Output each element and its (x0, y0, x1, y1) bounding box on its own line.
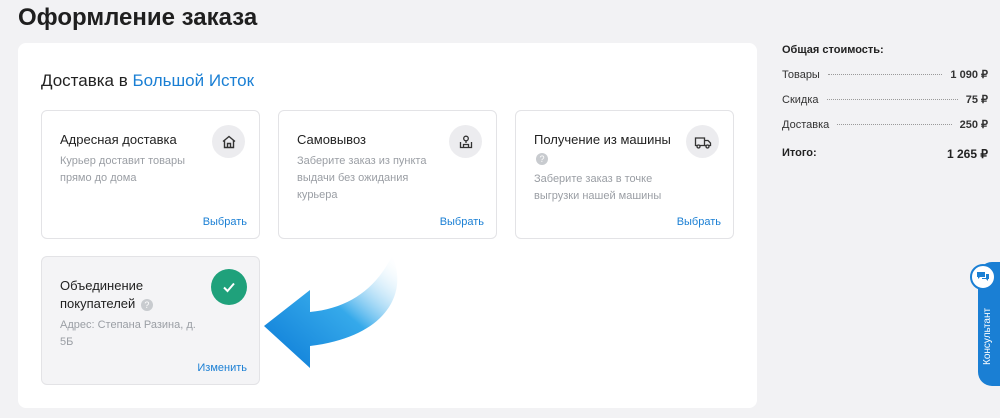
delivery-option-vehicle[interactable]: Получение из машины ? Заберите заказ в т… (515, 110, 734, 239)
option-title: Самовывоз (297, 132, 366, 147)
pointer-arrow-graphic (264, 256, 398, 368)
option-description: Заберите заказ из пункта выдачи без ожид… (297, 155, 427, 201)
option-title: Получение из машины ? (534, 131, 674, 167)
dotted-leader (826, 99, 958, 100)
dotted-leader (827, 74, 943, 75)
summary-value: 250 ₽ (959, 119, 988, 131)
check-icon (211, 269, 247, 305)
truck-icon (686, 125, 719, 158)
help-icon[interactable]: ? (536, 152, 548, 165)
select-vehicle-button[interactable]: Выбрать (677, 216, 721, 228)
consultant-label[interactable]: Консультант (982, 296, 1000, 376)
delivery-option-address[interactable]: Адресная доставка Курьер доставит товары… (41, 110, 260, 239)
summary-row-discount: Скидка 75 ₽ (782, 93, 988, 118)
summary-label: Товары (782, 69, 820, 81)
city-link[interactable]: Большой Исток (133, 71, 255, 90)
change-option-button[interactable]: Изменить (197, 362, 247, 374)
option-title-text: Получение из машины (534, 132, 671, 147)
summary-row-delivery: Доставка 250 ₽ (782, 118, 988, 143)
pickup-point-icon (449, 125, 482, 158)
select-pickup-button[interactable]: Выбрать (440, 216, 484, 228)
option-title: Адресная доставка (60, 132, 177, 147)
home-icon (212, 125, 245, 158)
chat-icon[interactable] (970, 264, 996, 290)
total-label: Итого: (782, 147, 817, 159)
help-icon[interactable]: ? (140, 298, 153, 311)
option-title: Объединение покупателей ? (60, 277, 200, 313)
delivery-heading: Доставка в Большой Исток (41, 71, 254, 91)
option-description: Заберите заказ в точке выгрузки нашей ма… (534, 173, 662, 202)
page-title: Оформление заказа (18, 4, 258, 31)
summary-value: 1 090 ₽ (950, 69, 988, 81)
option-description: Курьер доставит товары прямо до дома (60, 155, 185, 184)
summary-value: 75 ₽ (965, 94, 988, 106)
summary-label: Доставка (782, 119, 830, 131)
summary-label: Скидка (782, 94, 819, 106)
dotted-leader (837, 124, 952, 125)
total-value: 1 265 ₽ (947, 147, 988, 161)
delivery-option-selected[interactable]: Объединение покупателей ? Адрес: Степана… (41, 256, 260, 385)
summary-title: Общая стоимость: (782, 44, 884, 56)
summary-total: Итого: 1 265 ₽ (782, 147, 988, 161)
order-summary: Общая стоимость: Товары 1 090 ₽ Скидка 7… (782, 44, 988, 161)
delivery-option-pickup[interactable]: Самовывоз Заберите заказ из пункта выдач… (278, 110, 497, 239)
select-address-button[interactable]: Выбрать (203, 216, 247, 228)
summary-row-goods: Товары 1 090 ₽ (782, 68, 988, 93)
option-description: Адрес: Степана Разина, д. 5Б (60, 319, 196, 348)
option-title-text: Объединение покупателей (60, 278, 144, 311)
delivery-heading-prefix: Доставка в (41, 71, 128, 90)
